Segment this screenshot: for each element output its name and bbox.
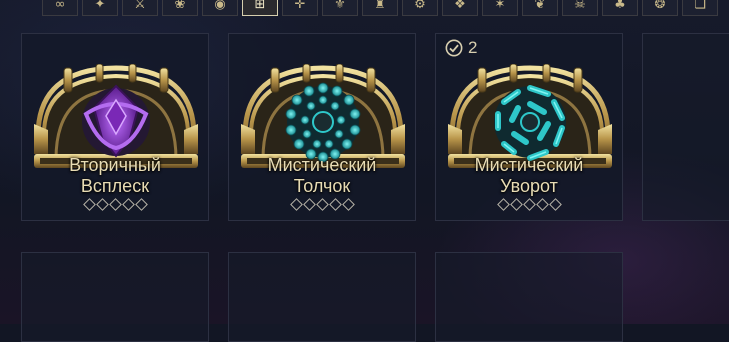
rank-diamond-icon	[535, 198, 549, 211]
empty-mod-slot[interactable]	[435, 252, 623, 342]
rank-diamond-icon	[315, 198, 329, 211]
empty-mod-slot[interactable]	[21, 252, 209, 342]
owned-count-badge: 2	[445, 38, 477, 58]
leaf-icon[interactable]: ❦	[522, 0, 558, 16]
mod-name: Мистический Толчок	[229, 155, 415, 197]
rank-diamond-icon	[134, 198, 148, 211]
mod-name-line-2: Всплеск	[80, 176, 150, 196]
rank-indicator	[22, 198, 208, 211]
mask-icon[interactable]: ◉	[202, 0, 238, 16]
target-icon[interactable]: ✛	[282, 0, 318, 16]
rank-diamond-icon	[522, 198, 536, 211]
runner-icon[interactable]: ⚔	[122, 0, 158, 16]
rank-diamond-icon	[121, 198, 135, 211]
mod-category-filter-bar: ∞ ✦ ⚔ ❀ ◉ ⊞ ✛ ⚜ ♜ ⚙ ❖ ✶ ❦ ☠ ♣ ❂ ❏	[42, 0, 718, 16]
tree-icon[interactable]: ♣	[602, 0, 638, 16]
rank-diamond-icon	[496, 198, 510, 211]
empty-mod-slot[interactable]	[642, 33, 729, 221]
rank-diamond-icon	[328, 198, 342, 211]
rank-diamond-icon	[95, 198, 109, 211]
rank-diamond-icon	[108, 198, 122, 211]
crest-icon[interactable]: ❂	[642, 0, 678, 16]
shield-icon[interactable]: ⚜	[322, 0, 358, 16]
owned-count: 2	[468, 38, 478, 57]
rank-diamond-icon	[509, 198, 523, 211]
rank-diamond-icon	[289, 198, 303, 211]
rank-diamond-icon	[82, 198, 96, 211]
beast-icon[interactable]: ❖	[442, 0, 478, 16]
mod-name-line-1: Мистический	[267, 155, 377, 175]
check-circle-icon	[445, 39, 463, 57]
frame-icon[interactable]: ⊞	[242, 0, 278, 16]
infinity-icon[interactable]: ∞	[42, 0, 78, 16]
rank-indicator	[436, 198, 622, 211]
rank-diamond-icon	[341, 198, 355, 211]
mod-name-line-2: Толчок	[293, 176, 351, 196]
tower-icon[interactable]: ♜	[362, 0, 398, 16]
mod-name: Мистический Уворот	[436, 155, 622, 197]
wing-icon[interactable]: ✦	[82, 0, 118, 16]
rank-indicator	[229, 198, 415, 211]
nodes-icon[interactable]: ⚙	[402, 0, 438, 16]
mark-icon[interactable]: ✶	[482, 0, 518, 16]
mod-card-3[interactable]: Мистический Уворот	[435, 33, 623, 221]
flower-icon[interactable]: ❀	[162, 0, 198, 16]
mod-name-line-1: Мистический	[474, 155, 584, 175]
rank-diamond-icon	[548, 198, 562, 211]
skull-icon[interactable]: ☠	[562, 0, 598, 16]
mod-name: Вторичный Всплеск	[22, 155, 208, 197]
rank-diamond-icon	[302, 198, 316, 211]
mod-card-1[interactable]: Вторичный Всплеск	[21, 33, 209, 221]
mod-name-line-2: Уворот	[500, 176, 558, 196]
mod-card-2[interactable]: Мистический Толчок	[228, 33, 416, 221]
empty-mod-slot[interactable]	[228, 252, 416, 342]
mod-name-line-1: Вторичный	[69, 155, 161, 175]
layers-icon[interactable]: ❏	[682, 0, 718, 16]
